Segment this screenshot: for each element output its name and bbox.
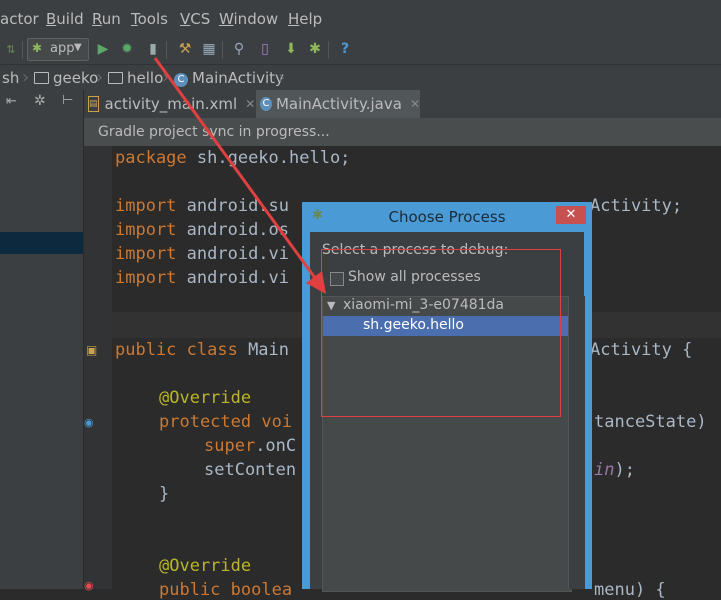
arrow-head	[306, 271, 326, 294]
annotation-arrow	[153, 57, 326, 294]
arrow-shaft	[153, 57, 320, 283]
